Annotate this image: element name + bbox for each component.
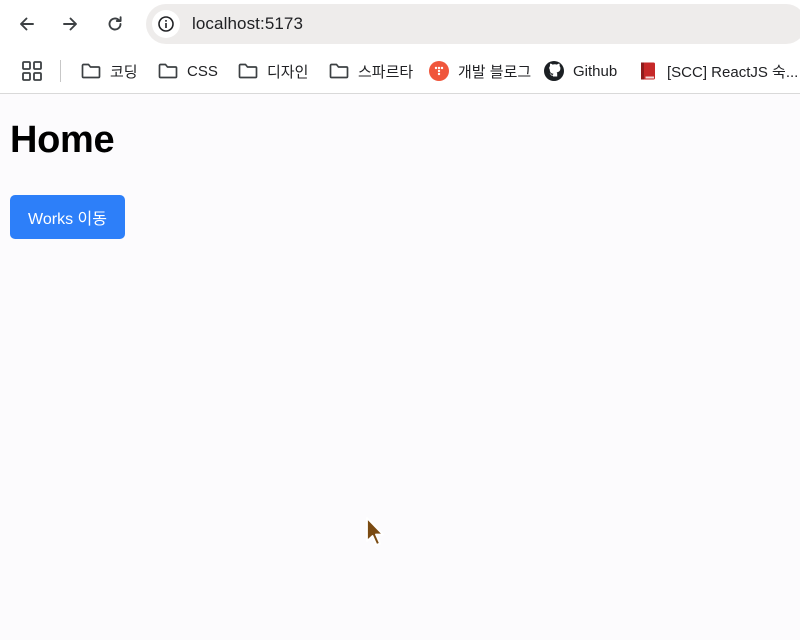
page-content: Home Works 이동 [0, 95, 800, 640]
bookmark-folder-css[interactable]: CSS [157, 58, 218, 84]
info-icon [158, 16, 174, 32]
bookmark-label: [SCC] ReactJS 숙... [667, 63, 799, 81]
arrow-right-icon [63, 17, 77, 31]
bookmark-folder-coding[interactable]: 코딩 [80, 58, 138, 84]
folder-icon [328, 60, 350, 82]
bookmark-label: CSS [187, 62, 218, 80]
bookmark-label: 코딩 [110, 63, 138, 81]
page-title: Home [10, 119, 115, 161]
folder-icon [237, 60, 259, 82]
url-text: localhost:5173 [192, 14, 304, 33]
bookmarks-separator [60, 60, 61, 82]
bookmark-label: 개발 블로그 [458, 63, 532, 81]
github-icon [543, 60, 565, 82]
reload-icon [108, 16, 122, 31]
address-bar[interactable]: localhost:5173 [146, 4, 800, 44]
folder-icon [157, 60, 179, 82]
bookmark-dev-blog[interactable]: 개발 블로그 [428, 58, 531, 84]
mouse-cursor-icon [366, 517, 384, 546]
bookmark-label: Github [573, 62, 618, 80]
works-navigate-button[interactable]: Works 이동 [10, 195, 125, 239]
browser-toolbar: localhost:5173 [0, 0, 800, 48]
folder-icon [80, 60, 102, 82]
forward-button[interactable] [54, 8, 86, 40]
book-icon [637, 60, 659, 82]
bookmark-folder-sparta[interactable]: 스파르타 [328, 58, 413, 84]
apps-grid-icon[interactable] [20, 59, 44, 83]
bookmark-scc-reactjs[interactable]: [SCC] ReactJS 숙... [637, 58, 798, 84]
reload-button[interactable] [99, 8, 131, 40]
blog-favicon-icon [428, 60, 450, 82]
bookmark-github[interactable]: Github [543, 58, 617, 84]
bookmarks-bar: 코딩 CSS 디자인 스파르타 개발 블로그 Github [SCC] Reac… [0, 48, 800, 94]
site-info-button[interactable] [152, 10, 180, 38]
bookmark-label: 스파르타 [358, 63, 414, 81]
back-button[interactable] [11, 8, 43, 40]
bookmark-folder-design[interactable]: 디자인 [237, 58, 308, 84]
bookmark-label: 디자인 [267, 63, 309, 81]
arrow-left-icon [20, 17, 34, 31]
